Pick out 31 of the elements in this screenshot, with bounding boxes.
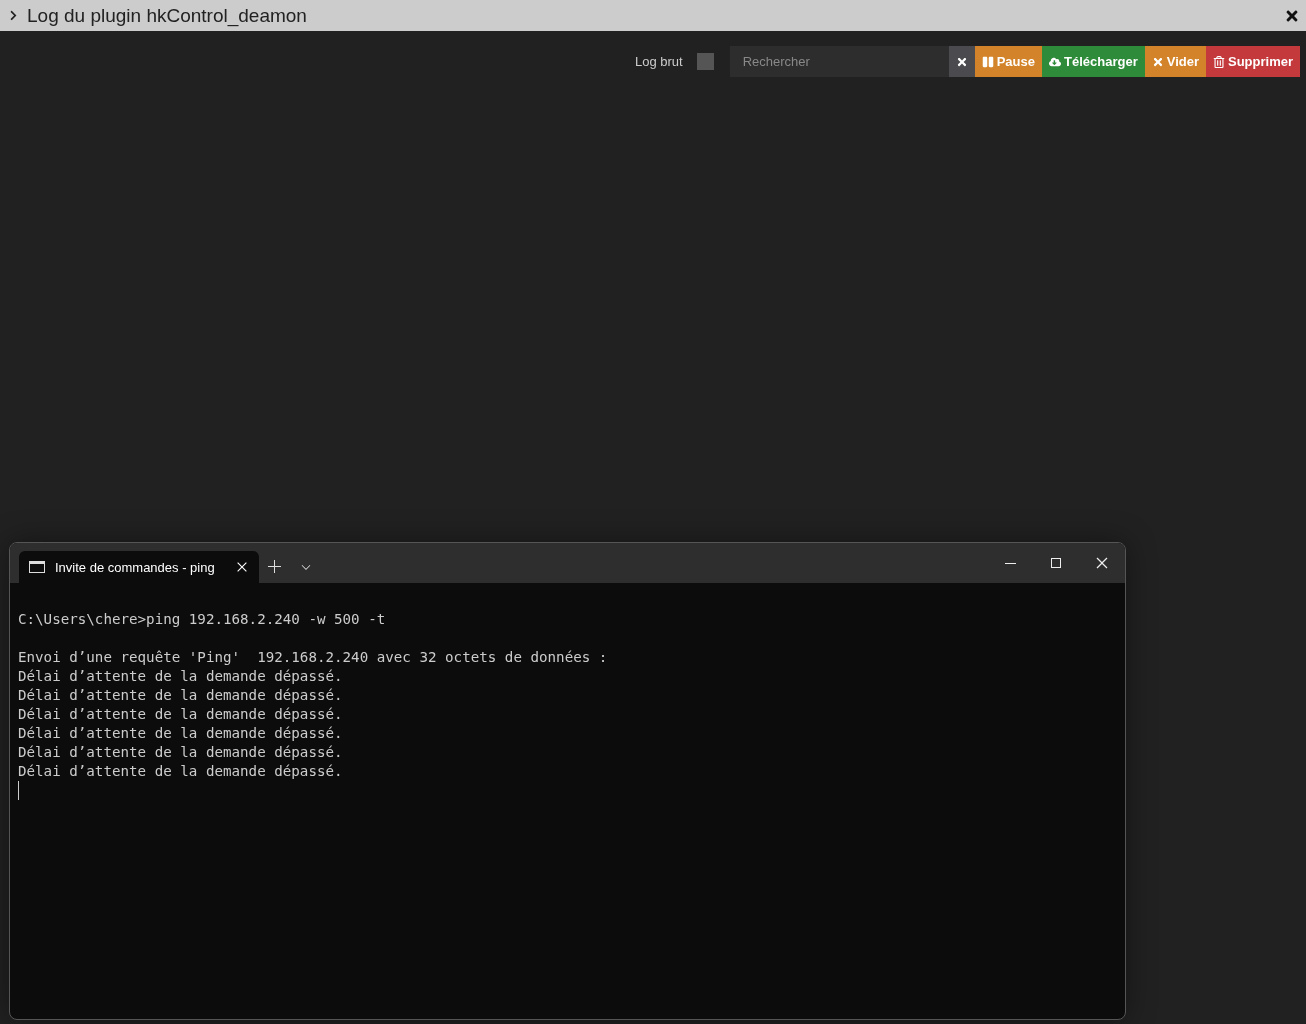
text-cursor — [18, 781, 19, 800]
terminal-icon — [29, 561, 45, 573]
trash-icon — [1213, 55, 1225, 68]
output-line: Délai d’attente de la demande dépassé. — [18, 686, 344, 705]
output-line: Délai d’attente de la demande dépassé. — [18, 705, 344, 724]
output-line: Envoi d’une requête 'Ping' 192.168.2.240 avec 32 octets de données : — [18, 648, 609, 667]
dialog-title: Log du plugin hkControl_deamon — [27, 4, 308, 27]
search-field[interactable]: Rechercher — [729, 46, 949, 77]
close-icon[interactable] — [235, 560, 249, 574]
close-icon[interactable] — [1094, 555, 1110, 571]
chevron-icon — [8, 10, 19, 21]
delete-button[interactable]: Supprimer — [1206, 46, 1300, 77]
maximize-icon[interactable] — [1048, 555, 1064, 571]
empty-button[interactable]: Vider — [1144, 46, 1206, 77]
command-line: C:\Users\chere>ping 192.168.2.240 -w 500 -t — [18, 610, 387, 629]
clear-search-button[interactable] — [948, 46, 975, 77]
output-line: Délai d’attente de la demande dépassé. — [18, 724, 344, 743]
output-line: Délai d’attente de la demande dépassé. — [18, 762, 344, 781]
pause-icon — [981, 55, 994, 68]
cloud-download-icon — [1049, 55, 1061, 68]
close-icon — [1151, 55, 1164, 68]
pause-button[interactable]: Pause — [974, 46, 1042, 77]
terminal-tab[interactable]: Invite de commandes - ping — [19, 551, 259, 583]
close-icon — [955, 55, 968, 68]
raw-log-checkbox[interactable] — [696, 53, 714, 70]
output-line: Délai d’attente de la demande dépassé. — [18, 667, 344, 686]
raw-log-label: Log brut — [635, 54, 683, 69]
plus-icon[interactable] — [267, 559, 283, 575]
tab-title: Invite de commandes - ping — [55, 559, 216, 575]
download-button[interactable]: Télécharger — [1042, 46, 1145, 77]
output-line: Délai d’attente de la demande dépassé. — [18, 743, 344, 762]
